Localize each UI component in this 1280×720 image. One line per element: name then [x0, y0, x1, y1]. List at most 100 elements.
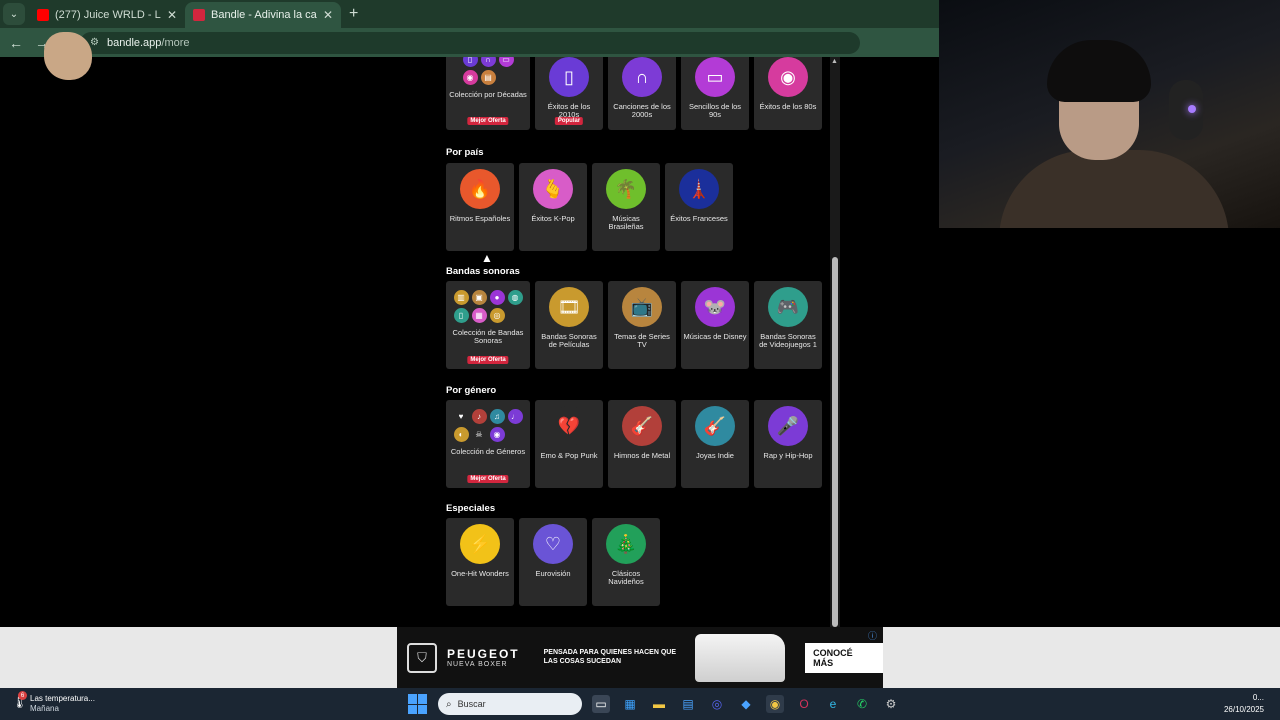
store-icon[interactable]: ▦	[621, 695, 639, 713]
page-viewport: ▯ ∩ ▭ ◉ ▤ Colección por Décadas Mejor Of…	[0, 57, 939, 627]
app-icon[interactable]: ◆	[737, 695, 755, 713]
pack-label: Músicas Brasileñas	[608, 214, 644, 232]
acoustic-guitar-icon: 🎸	[695, 406, 735, 446]
file-explorer-icon[interactable]: ▬	[650, 695, 668, 713]
pack-card-eurovision[interactable]: ♡ Eurovisión	[519, 518, 587, 606]
taskbar-search-box[interactable]: ⌕ Buscar	[438, 693, 582, 715]
van-image	[695, 633, 786, 682]
broken-heart-icon: 💔	[549, 406, 589, 446]
headphones-icon: ∩	[622, 57, 662, 97]
weather-text: Las temperatura... Mañana	[30, 694, 95, 714]
pack-label: One-Hit Wonders	[451, 569, 509, 578]
back-arrow-icon[interactable]: ←	[8, 35, 24, 51]
pack-label: Eurovisión	[535, 569, 571, 578]
pack-card-genres-collection[interactable]: ♥ ♪ ♫ ♩ ◐ ☠ ◉ Colección de Géneros Mejor…	[446, 400, 530, 488]
flame-icon: 🔥	[460, 169, 500, 209]
pack-label: Ritmos Españoles	[449, 214, 511, 223]
eiffel-tower-icon: 🗼	[679, 169, 719, 209]
pack-card-emo-pop-punk[interactable]: 💔 Emo & Pop Punk	[535, 400, 603, 488]
page-scrollbar[interactable]: ▲	[830, 57, 840, 627]
chrome-icon[interactable]: ◉	[766, 695, 784, 713]
pack-card-metal[interactable]: 🎸 Himnos de Metal	[608, 400, 676, 488]
pack-card-navidenos[interactable]: 🎄 Clásicos Navideños	[592, 518, 660, 606]
section-title-por-genero: Por género	[446, 385, 497, 396]
search-placeholder: Buscar	[457, 699, 486, 709]
pack-card-soundtracks-collection[interactable]: ▥ ▣ ● ◍ ▯ ▦ ◎ Colección de Bandas Sonora…	[446, 281, 530, 369]
collection-icons: ▯ ∩ ▭ ◉ ▤	[462, 57, 514, 85]
pack-card-videojuegos[interactable]: 🎮 Bandas Sonoras de Videojuegos 1	[754, 281, 822, 369]
notepad-icon[interactable]: ▤	[679, 695, 697, 713]
pack-card-indie[interactable]: 🎸 Joyas Indie	[681, 400, 749, 488]
scrollbar-thumb[interactable]	[832, 257, 838, 627]
opera-icon[interactable]: O	[795, 695, 813, 713]
pack-card-peliculas[interactable]: 🎞 Bandas Sonoras de Películas	[535, 281, 603, 369]
search-icon: ⌕	[446, 698, 452, 710]
pack-card-ritmos-espanoles[interactable]: 🔥 Ritmos Españoles	[446, 163, 514, 251]
best-offer-badge: Mejor Oferta	[467, 117, 509, 125]
pack-card-rap-hiphop[interactable]: 🎤 Rap y Hip-Hop	[754, 400, 822, 488]
ad-area: ⛉ PEUGEOT NUEVA BOXER PENSADA PARA QUIEN…	[0, 627, 1280, 688]
microphone-icon: 🎤	[768, 406, 808, 446]
pack-card-decades-collection[interactable]: ▯ ∩ ▭ ◉ ▤ Colección por Décadas Mejor Of…	[446, 57, 530, 130]
phone-icon: ▯	[453, 308, 469, 323]
tv-icon: ▣	[471, 290, 487, 305]
tab-search-chevron-icon[interactable]: ⌄	[3, 3, 25, 25]
badge-icon: ◎	[489, 308, 505, 323]
windows-taskbar: 🌡 6 Las temperatura... Mañana ⌕ Buscar ▭ …	[0, 688, 1280, 720]
pack-card-90s[interactable]: ▭ Sencillos de los 90s	[681, 57, 749, 130]
system-clock[interactable]: 0... 26/10/2025	[1224, 692, 1264, 716]
pack-card-series-tv[interactable]: 📺 Temas de Series TV	[608, 281, 676, 369]
clock-time: 0...	[1252, 693, 1264, 702]
pack-card-franceses[interactable]: 🗼 Éxitos Franceses	[665, 163, 733, 251]
gamepad-icon: ◍	[507, 290, 523, 305]
ad-info-icon[interactable]: ⓘ	[868, 629, 877, 642]
close-tab-icon[interactable]: ✕	[323, 8, 333, 22]
phone-icon: ▯	[549, 57, 589, 97]
pack-label: Joyas Indie	[696, 451, 734, 460]
pack-card-2000s[interactable]: ∩ Canciones de los 2000s	[608, 57, 676, 130]
steam-icon[interactable]: ⚙	[882, 695, 900, 713]
close-tab-icon[interactable]: ✕	[167, 8, 177, 22]
weather-widget[interactable]: 🌡 6 Las temperatura... Mañana	[12, 691, 382, 714]
headset-icon	[1169, 80, 1203, 140]
tab-bar: ⌄ (277) Juice WRLD - Lucid Dreams ✕ Band…	[0, 0, 939, 28]
tab-youtube[interactable]: (277) Juice WRLD - Lucid Dreams ✕	[29, 2, 185, 28]
pack-label: Clásicos Navideños	[608, 569, 644, 587]
pack-card-brasilenas[interactable]: 🌴 Músicas Brasileñas	[592, 163, 660, 251]
pack-card-one-hit-wonders[interactable]: ⚡ One-Hit Wonders	[446, 518, 514, 606]
popular-badge: Popular	[554, 117, 584, 125]
pack-card-disney[interactable]: 🐭 Músicas de Disney	[681, 281, 749, 369]
webcam-person-hair	[1047, 40, 1151, 102]
radio-icon: ▤	[480, 70, 496, 85]
new-tab-plus-icon[interactable]: +	[349, 5, 358, 23]
webcam-person-body	[999, 150, 1229, 228]
edge-icon[interactable]: e	[824, 695, 842, 713]
navigation-bar: ← → ⚙ bandle.app/more	[0, 28, 939, 57]
genres-grid: ♥ ♪ ♫ ♩ ◐ ☠ ◉ Colección de Géneros Mejor…	[446, 400, 822, 488]
windows-start-icon[interactable]	[408, 694, 428, 714]
mouse-ears-icon: 🐭	[695, 287, 735, 327]
pack-card-80s[interactable]: ◉ Éxitos de los 80s	[754, 57, 822, 130]
decades-grid: ▯ ∩ ▭ ◉ ▤ Colección por Décadas Mejor Of…	[446, 57, 822, 130]
tab-bandle[interactable]: Bandle - Adivina la canción, un ✕	[185, 2, 341, 28]
peugeot-ad-banner[interactable]: ⛉ PEUGEOT NUEVA BOXER PENSADA PARA QUIEN…	[397, 627, 883, 688]
pack-label: Colección de Géneros	[450, 447, 526, 456]
headset-led	[1188, 105, 1196, 113]
address-bar[interactable]: ⚙ bandle.app/more	[80, 31, 860, 54]
ticket-icon: ▦	[471, 308, 487, 323]
saxophone-icon: ◐	[453, 427, 469, 442]
pack-label: Rap y Hip-Hop	[763, 451, 813, 460]
scroll-up-arrow-icon[interactable]: ▲	[831, 58, 838, 65]
site-settings-icon[interactable]: ⚙	[90, 37, 99, 48]
peugeot-logo-icon: ⛉	[407, 642, 437, 673]
task-view-icon[interactable]: ▭	[592, 695, 610, 713]
ad-cta-button[interactable]: CONOCÉ MÁS	[805, 642, 883, 673]
pack-label: Colección de Bandas Sonoras	[452, 328, 524, 346]
whatsapp-icon[interactable]: ✆	[853, 695, 871, 713]
pack-label: Bandas Sonoras de Videojuegos 1	[759, 332, 817, 350]
discord-icon[interactable]: ◎	[708, 695, 726, 713]
headphones-icon: ∩	[480, 57, 496, 67]
pack-card-2010s[interactable]: ▯ Éxitos de los 2010s Popular	[535, 57, 603, 130]
thermometer-icon: 🌡 6	[12, 691, 28, 709]
pack-card-kpop[interactable]: 🫰 Éxitos K-Pop	[519, 163, 587, 251]
